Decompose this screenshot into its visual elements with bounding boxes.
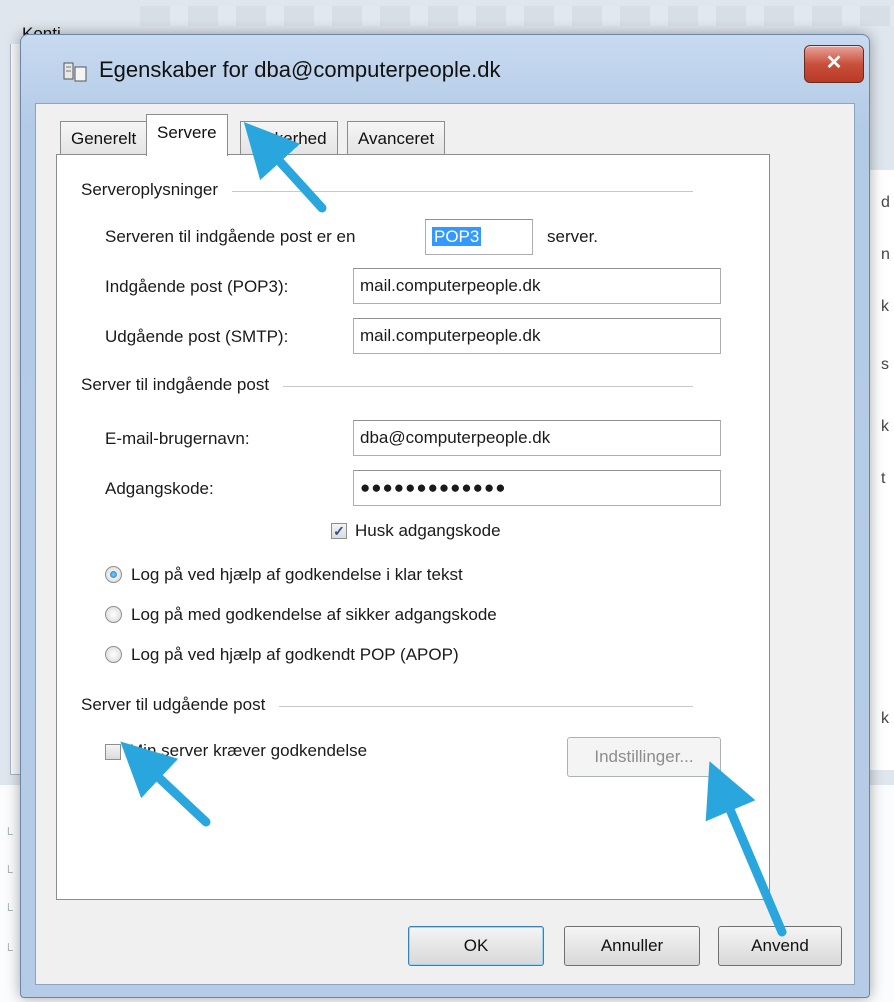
- outgoing-requires-auth-label: Min server kræver godkendelse: [129, 741, 368, 760]
- outgoing-settings-button[interactable]: Indstillinger...: [567, 737, 721, 777]
- radio-apop-auth[interactable]: [105, 646, 122, 663]
- password-field[interactable]: ●●●●●●●●●●●●●: [353, 470, 721, 506]
- close-x-icon: ✕: [825, 52, 843, 74]
- background-list-letter: k: [881, 418, 889, 435]
- outgoing-requires-auth-checkbox[interactable]: [105, 744, 121, 760]
- account-properties-dialog: Egenskaber for dba@computerpeople.dk ✕ G…: [20, 34, 870, 998]
- tab-advanced[interactable]: Avanceret: [347, 121, 446, 155]
- incoming-type-suffix: server.: [547, 227, 599, 246]
- radio-clear-text-auth-label: Log på ved hjælp af godkendelse i klar t…: [131, 565, 463, 584]
- dialog-title: Egenskaber for dba@computerpeople.dk: [99, 57, 501, 82]
- tree-branch-icon: └: [4, 903, 13, 917]
- radio-secure-password-auth-label: Log på med godkendelse af sikker adgangs…: [131, 605, 497, 624]
- dialog-body: Generelt Servere Sikkerhed Avanceret Ser…: [35, 103, 855, 985]
- title-bar[interactable]: Egenskaber for dba@computerpeople.dk ✕: [21, 35, 869, 107]
- account-settings-icon: [63, 62, 87, 82]
- server-info-group-label: Serveroplysninger: [81, 180, 233, 200]
- tab-security[interactable]: Sikkerhed: [240, 121, 338, 155]
- radio-secure-password-auth[interactable]: [105, 606, 122, 623]
- close-button[interactable]: ✕: [804, 45, 864, 83]
- incoming-server-type-field[interactable]: POP3: [425, 219, 533, 255]
- outgoing-server-group-label: Server til udgående post: [81, 695, 280, 715]
- tab-general[interactable]: Generelt: [60, 121, 148, 155]
- cancel-button[interactable]: Annuller: [564, 926, 700, 966]
- background-list-letter: k: [881, 710, 889, 727]
- incoming-type-label: Serveren til indgående post er en: [105, 227, 356, 246]
- background-list-letter: k: [881, 298, 889, 315]
- background-blurred-text: [140, 6, 894, 26]
- apply-button[interactable]: Anvend: [718, 926, 842, 966]
- username-label: E-mail-brugernavn:: [105, 429, 250, 448]
- incoming-server-field[interactable]: mail.computerpeople.dk: [353, 268, 721, 304]
- remember-password-label: Husk adgangskode: [355, 521, 501, 540]
- outgoing-server-label: Udgående post (SMTP):: [105, 327, 289, 346]
- servers-tab-panel: Serveroplysninger Serveren til indgående…: [56, 154, 770, 900]
- tree-branch-icon: └: [4, 865, 13, 879]
- incoming-server-type-value: POP3: [432, 227, 482, 246]
- password-label: Adgangskode:: [105, 479, 214, 498]
- outgoing-server-field[interactable]: mail.computerpeople.dk: [353, 318, 721, 354]
- remember-password-checkbox[interactable]: ✓: [331, 523, 347, 539]
- radio-apop-auth-label: Log på ved hjælp af godkendt POP (APOP): [131, 645, 459, 664]
- radio-clear-text-auth[interactable]: [105, 566, 122, 583]
- checkmark-icon: ✓: [333, 523, 345, 539]
- username-field[interactable]: dba@computerpeople.dk: [353, 420, 721, 456]
- tab-servers[interactable]: Servere: [146, 114, 228, 156]
- background-list-letter: n: [881, 246, 890, 263]
- background-list-letter: d: [881, 194, 890, 211]
- tree-branch-icon: └: [4, 827, 13, 841]
- background-list-letter: t: [881, 470, 886, 487]
- tree-branch-icon: └: [4, 943, 13, 957]
- incoming-server-group-label: Server til indgående post: [81, 375, 284, 395]
- ok-button[interactable]: OK: [408, 926, 544, 966]
- background-list-letter: s: [881, 356, 889, 373]
- incoming-server-label: Indgående post (POP3):: [105, 277, 289, 296]
